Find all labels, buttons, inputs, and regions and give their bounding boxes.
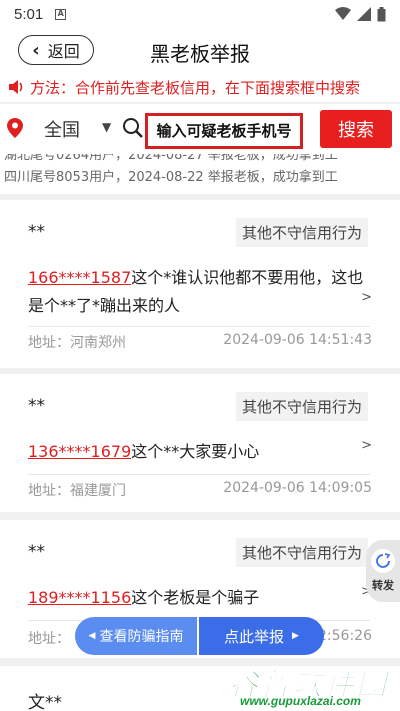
report-content: 166****1587这个*谁认识他都不要用他，这也是个**了*蹦出来的人 bbox=[28, 264, 368, 320]
region-selector[interactable]: 全国 bbox=[44, 116, 80, 142]
search-box[interactable] bbox=[145, 113, 303, 149]
search-row: 全国 ▼ 搜索 bbox=[0, 104, 400, 154]
watermark-logo: 谷普软件园 www.gupuxlazai.com bbox=[222, 660, 400, 711]
chevron-right-icon: > bbox=[361, 438, 372, 453]
report-tag: 其他不守信用行为 bbox=[235, 218, 368, 247]
status-time: 5:01 bbox=[14, 5, 44, 23]
reporter-name: ** bbox=[28, 396, 45, 416]
report-text: 这个**大家要小心 bbox=[131, 442, 260, 461]
report-address: 地址： bbox=[28, 631, 70, 647]
report-address: 地址：福建厦门 bbox=[28, 483, 126, 499]
report-content: 136****1679这个**大家要小心 bbox=[28, 438, 368, 466]
app-notification-icon: A bbox=[55, 8, 67, 20]
watermark-url: www.gupuxlazai.com bbox=[240, 694, 361, 708]
status-icons bbox=[335, 6, 386, 22]
search-button[interactable]: 搜索 bbox=[320, 110, 392, 148]
caret-right-icon: ▶ bbox=[292, 631, 299, 641]
share-icon bbox=[371, 549, 395, 573]
phone-link[interactable]: 166****1587 bbox=[28, 268, 131, 287]
report-time: 2024-09-06 14:09:05 bbox=[223, 480, 372, 496]
report-card[interactable]: ** 其他不守信用行为 166****1587这个*谁认识他都不要用他，这也是个… bbox=[0, 200, 400, 368]
divider bbox=[28, 474, 370, 475]
report-text: 这个老板是个骗子 bbox=[131, 588, 260, 607]
share-label: 转发 bbox=[372, 579, 394, 592]
tip-text: 方法：合作前先查老板信用，在下面搜索框中搜索 bbox=[30, 78, 361, 97]
signal-icon bbox=[357, 7, 371, 21]
reporter-name: ** bbox=[28, 542, 45, 562]
location-pin-icon bbox=[7, 118, 23, 138]
search-tip: 方法：合作前先查老板信用，在下面搜索框中搜索 bbox=[0, 72, 400, 102]
ticker-line: 湖北尾号0264用户，2024-08-27 举报老板，成功拿到工 bbox=[4, 154, 338, 163]
report-time: 2024-09-06 14:51:43 bbox=[223, 332, 372, 348]
ticker-line: 四川尾号8053用户，2024-08-22 举报老板，成功拿到工 bbox=[4, 170, 338, 185]
report-label: 点此举报 bbox=[224, 627, 285, 646]
report-address: 地址：河南郑州 bbox=[28, 335, 126, 351]
report-time: 2:56:26 bbox=[318, 628, 372, 644]
header: ‹ 返回 黑老板举报 bbox=[0, 28, 400, 72]
speaker-icon bbox=[9, 80, 23, 94]
fraud-guide-label: 查看防骗指南 bbox=[99, 629, 184, 645]
reporter-name: ** bbox=[28, 222, 45, 242]
reporter-name: 文** bbox=[28, 693, 62, 711]
report-button[interactable]: 点此举报 ▶ bbox=[199, 617, 324, 655]
search-input[interactable] bbox=[148, 122, 300, 140]
chevron-right-icon: > bbox=[361, 290, 372, 305]
dropdown-caret-icon[interactable]: ▼ bbox=[102, 120, 111, 134]
battery-icon bbox=[377, 6, 386, 21]
caret-left-icon: ◀ bbox=[88, 631, 96, 641]
report-ticker: 湖北尾号0264用户，2024-08-27 举报老板，成功拿到工 四川尾号805… bbox=[0, 154, 400, 194]
page-title: 黑老板举报 bbox=[150, 42, 250, 66]
wifi-icon bbox=[335, 7, 351, 20]
status-bar: 5:01 A bbox=[0, 0, 400, 28]
search-icon bbox=[123, 118, 143, 138]
report-content: 189****1156这个老板是个骗子 bbox=[28, 584, 368, 612]
report-card[interactable]: ** 其他不守信用行为 136****1679这个**大家要小心 > 地址：福建… bbox=[0, 374, 400, 512]
share-button[interactable]: 转发 bbox=[366, 540, 400, 602]
report-tag: 其他不守信用行为 bbox=[235, 392, 368, 421]
phone-link[interactable]: 136****1679 bbox=[28, 442, 131, 461]
fraud-guide-button[interactable]: ◀ 查看防骗指南 bbox=[75, 617, 197, 655]
divider bbox=[28, 326, 370, 327]
report-tag: 其他不守信用行为 bbox=[235, 538, 368, 567]
phone-link[interactable]: 189****1156 bbox=[28, 588, 131, 607]
